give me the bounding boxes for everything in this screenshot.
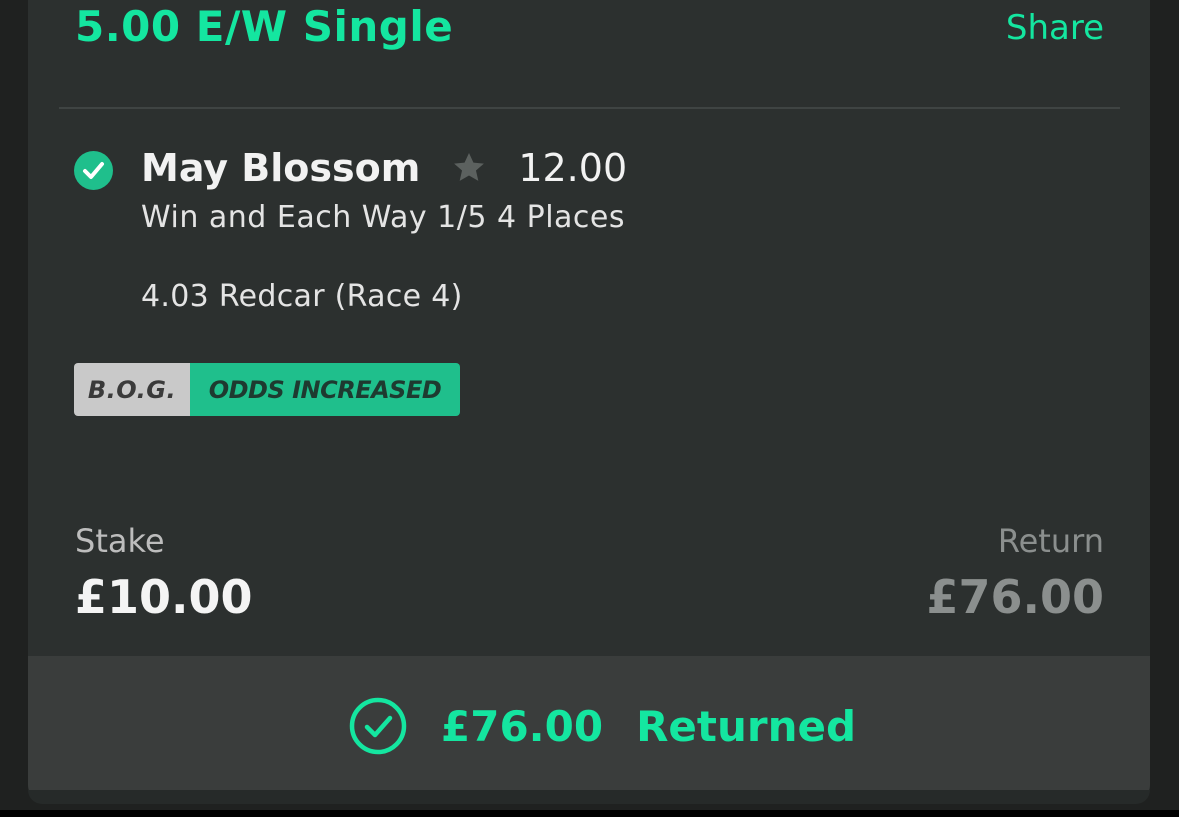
returned-label: Returned — [636, 701, 857, 751]
selection-row: May Blossom 12.00 — [141, 146, 627, 190]
share-link[interactable]: Share — [1006, 8, 1104, 48]
star-icon[interactable] — [450, 149, 488, 187]
promo-badges: B.O.G. ODDS INCREASED — [74, 363, 460, 416]
bet-card: 5.00 E/W Single Share May Blossom 12.00 … — [28, 0, 1150, 803]
odds-increased-badge: ODDS INCREASED — [190, 363, 460, 416]
returned-status: £76.00 Returned — [348, 696, 856, 756]
bet-title: 5.00 E/W Single — [75, 2, 454, 51]
card-bottom-edge — [28, 790, 1150, 804]
stake-value: £10.00 — [75, 570, 253, 624]
event-name: 4.03 Redcar (Race 4) — [141, 279, 463, 314]
check-circle-outline-icon — [349, 697, 407, 755]
selection-name: May Blossom — [141, 146, 421, 190]
return-label: Return — [997, 522, 1104, 560]
page-footer — [0, 810, 1179, 817]
bog-badge: B.O.G. — [74, 363, 190, 416]
selection-odds: 12.00 — [518, 146, 628, 190]
stake-label: Stake — [75, 522, 165, 560]
returned-status-bar: £76.00 Returned — [28, 656, 1150, 790]
market-description: Win and Each Way 1/5 4 Places — [141, 200, 625, 235]
divider — [59, 107, 1120, 109]
check-circle-icon — [74, 151, 113, 190]
return-value: £76.00 — [926, 570, 1104, 624]
returned-amount: £76.00 — [441, 701, 604, 751]
